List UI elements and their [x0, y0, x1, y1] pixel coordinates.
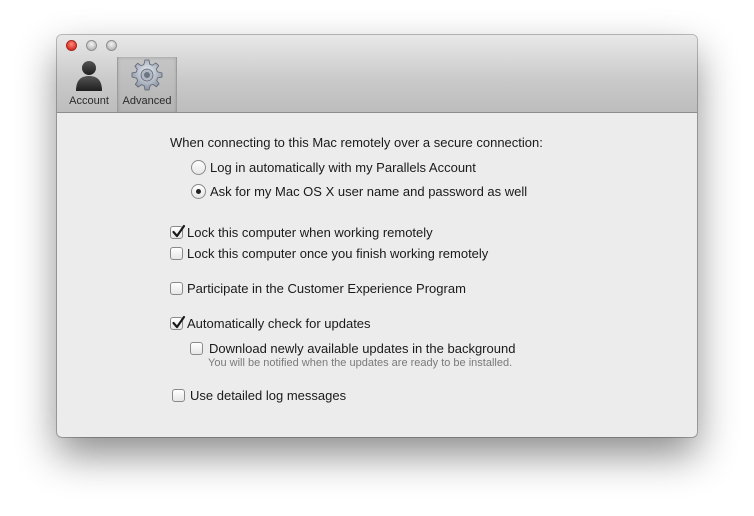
connection-intro-text: When connecting to this Mac remotely ove… [170, 134, 543, 150]
checkbox-download-background[interactable]: Download newly available updates in the … [190, 339, 515, 357]
checkbox-lock-when-working[interactable]: Lock this computer when working remotely [170, 223, 433, 241]
checkbox-unchecked[interactable] [172, 388, 185, 402]
checkbox-auto-check-updates[interactable]: Automatically check for updates [170, 314, 371, 332]
zoom-window-button[interactable] [106, 40, 117, 51]
tab-advanced-label: Advanced [122, 95, 172, 107]
checkbox-participate-cep[interactable]: Participate in the Customer Experience P… [170, 279, 466, 297]
radio-ask-credentials[interactable]: Ask for my Mac OS X user name and passwo… [191, 182, 527, 200]
checkbox-checked[interactable] [170, 315, 186, 330]
checkmark-icon [172, 224, 186, 237]
toolbar: Account Advanced [57, 35, 697, 113]
radio-button[interactable] [191, 159, 206, 175]
tab-account-label: Account [69, 95, 109, 107]
gear-icon [131, 59, 163, 91]
checkbox-unchecked[interactable] [190, 341, 203, 355]
minimize-window-button[interactable] [86, 40, 97, 51]
close-window-button[interactable] [66, 40, 77, 51]
checkbox-checked[interactable] [170, 224, 186, 239]
checkmark-icon [172, 315, 186, 328]
checkbox-unchecked[interactable] [170, 246, 183, 260]
radio-button-selected[interactable] [191, 183, 206, 199]
tab-account[interactable]: Account [61, 57, 117, 112]
checkbox-detailed-log[interactable]: Use detailed log messages [172, 386, 346, 404]
checkbox-unchecked[interactable] [170, 281, 183, 295]
radio-login-automatically[interactable]: Log in automatically with my Parallels A… [191, 158, 476, 176]
download-hint-text: You will be notified when the updates ar… [208, 357, 513, 369]
preferences-window: Account Advanced When connecting to this… [57, 35, 697, 437]
user-silhouette-icon [76, 61, 102, 91]
tab-advanced[interactable]: Advanced [117, 57, 177, 112]
advanced-pane: When connecting to this Mac remotely ove… [57, 113, 697, 437]
checkbox-lock-after-finish[interactable]: Lock this computer once you finish worki… [170, 244, 488, 262]
